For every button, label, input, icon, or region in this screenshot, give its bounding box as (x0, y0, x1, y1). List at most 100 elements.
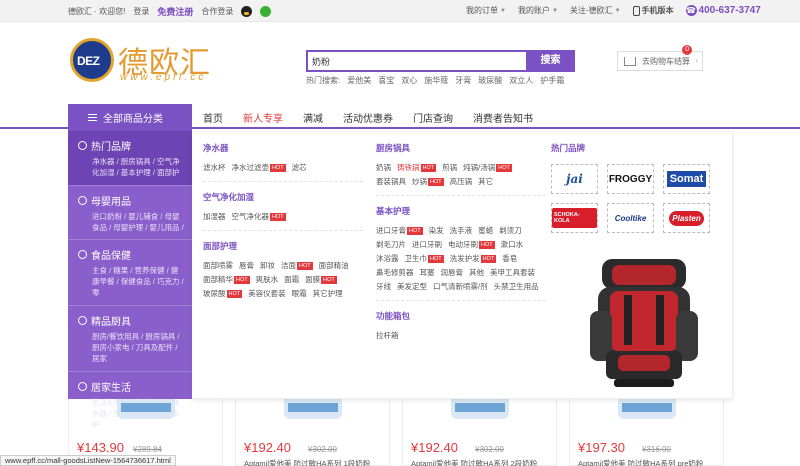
panel-link[interactable]: 面部精油 (319, 260, 349, 271)
cart-button[interactable]: 去购物车结算 0 › (617, 45, 703, 71)
panel-link[interactable]: 面膜 HOT (305, 274, 337, 285)
hot-search-term[interactable]: 护手霜 (540, 75, 564, 86)
panel-group-heading[interactable]: 厨房锅具 (376, 142, 546, 154)
panel-link[interactable]: 拉杆箱 (376, 330, 399, 341)
brand-logo-froggy[interactable]: FROGGY (607, 164, 654, 194)
panel-link[interactable]: 唇膏 (239, 260, 254, 271)
panel-link[interactable]: 电动牙刷 HOT (448, 239, 495, 250)
brand-logo-jai[interactable]: jai (551, 164, 598, 194)
panel-link[interactable]: 牙线 (376, 281, 391, 292)
panel-link[interactable]: 美发定型 (397, 281, 427, 292)
search-button[interactable]: 搜索 (526, 50, 575, 72)
login-link[interactable]: 登录 (133, 6, 149, 17)
my-orders-menu[interactable]: 我的订单 ▼ (466, 5, 506, 16)
all-categories-button[interactable]: 全部商品分类 (68, 104, 192, 131)
panel-link[interactable]: 头禁卫生用品 (494, 281, 539, 292)
mobile-version-link[interactable]: 手机版本 (632, 5, 674, 16)
panel-link[interactable]: 玻尿酸 HOT (203, 288, 243, 299)
nav-home[interactable]: 首页 (203, 110, 223, 125)
sidebar-item-kitchenware[interactable]: 精品厨具 厨房/餐饮用具 / 厨房锅具 / 厨房小家电 / 刀具及配件 / 居家 (68, 306, 192, 372)
panel-link[interactable]: 卫生巾 HOT (405, 253, 444, 264)
product-title[interactable]: Aptamil爱他美 防过敏HA系列 pre奶粉 (578, 458, 723, 466)
panel-link[interactable]: 剃毛刀片 (376, 239, 406, 250)
panel-link[interactable]: 爽肤水 (256, 274, 279, 285)
product-title[interactable]: Aptamil爱他美 防过敏HA系列 1段奶粉 (244, 458, 389, 466)
hot-search-term[interactable]: 双立人 (509, 75, 533, 86)
car-seat-promo-image[interactable] (584, 251, 704, 391)
panel-group-heading[interactable]: 净水器 (203, 142, 363, 154)
hot-search-term[interactable]: 喜宝 (378, 75, 394, 86)
product-image[interactable] (618, 399, 676, 419)
panel-link[interactable]: 滤水杯 (203, 162, 226, 173)
panel-link[interactable]: 煎锅 (442, 162, 457, 173)
product-card[interactable]: ¥197.30 ¥316.00 Aptamil爱他美 防过敏HA系列 pre奶粉 (569, 399, 724, 466)
hot-search-term[interactable]: 牙膏 (455, 75, 471, 86)
panel-link[interactable]: 面部喷雾 (203, 260, 233, 271)
panel-link[interactable]: 沐浴露 (376, 253, 399, 264)
panel-link[interactable]: 加湿器 (203, 211, 226, 222)
panel-link[interactable]: 美容仪套装 (248, 288, 286, 299)
brand-logo-plasten[interactable]: Plasten (663, 203, 710, 233)
panel-link[interactable]: 剃须刀 (499, 225, 522, 236)
panel-link[interactable]: 蜜蜡 (478, 225, 493, 236)
sidebar-item-food-health[interactable]: 食品保健 主食 / 糖果 / 营养保健 / 健康早餐 / 保健食品 / 巧克力 … (68, 240, 192, 306)
product-image[interactable] (284, 399, 342, 419)
panel-link[interactable]: 染发 (429, 225, 444, 236)
hot-search-term[interactable]: 爱他美 (347, 75, 371, 86)
panel-link[interactable]: 其他 (469, 267, 484, 278)
my-account-menu[interactable]: 我的账户 ▼ (518, 5, 558, 16)
product-card[interactable]: ¥192.40 ¥302.00 Aptamil爱他美 防过敏HA系列 1段奶粉 (235, 399, 390, 466)
panel-link[interactable]: 进口牙膏 HOT (376, 225, 423, 236)
nav-coupons[interactable]: 活动优惠券 (343, 110, 393, 125)
panel-link[interactable]: 鼻毛修剪器 (376, 267, 414, 278)
panel-link[interactable]: 面霜 (284, 274, 299, 285)
panel-link[interactable]: 美甲工具套装 (490, 267, 535, 278)
brand-logo-somat[interactable]: Somat (663, 164, 710, 194)
nav-new-user[interactable]: 新人专享 (243, 110, 283, 125)
product-card[interactable]: ¥192.40 ¥302.00 Aptamil爱他美 防过敏HA系列 2段奶粉 (402, 399, 557, 466)
sidebar-item-hot-brands[interactable]: 热门品牌 净水器 / 厨房锅具 / 空气净化加湿 / 基本护理 / 面部护 (68, 131, 192, 186)
panel-link[interactable]: 铸铁锅 HOT (397, 162, 437, 173)
panel-link[interactable]: 眼霜 (292, 288, 307, 299)
qq-login-icon[interactable] (241, 6, 253, 17)
panel-link[interactable]: 滤芯 (292, 162, 307, 173)
panel-link[interactable]: 其它护理 (313, 288, 343, 299)
panel-link[interactable]: 洁面 HOT (281, 260, 313, 271)
hot-search-term[interactable]: 施华蔻 (424, 75, 448, 86)
panel-link[interactable]: 洗手液 (450, 225, 473, 236)
panel-link[interactable]: 净水过滤壶 HOT (232, 162, 286, 173)
panel-link[interactable]: 香皂 (502, 253, 517, 264)
panel-link[interactable]: 面部精华 HOT (203, 274, 250, 285)
panel-link[interactable]: 空气净化器 HOT (232, 211, 286, 222)
panel-link[interactable]: 润唇膏 (441, 267, 464, 278)
panel-link[interactable]: 口气清新喷雾/剂 (433, 281, 488, 292)
register-link[interactable]: 免费注册 (157, 5, 193, 18)
site-logo[interactable]: DEZ 德欧汇 www.epff.cc (70, 38, 220, 88)
panel-link[interactable]: 洗发护发 HOT (450, 253, 497, 264)
product-title[interactable]: Aptamil爱他美 防过敏HA系列 2段奶粉 (411, 458, 556, 466)
nav-discount[interactable]: 满减 (303, 110, 323, 125)
brand-logo-schoka-kola[interactable]: SCHOKA-KOLA (551, 203, 598, 233)
panel-link[interactable]: 卸妆 (260, 260, 275, 271)
panel-link[interactable]: 高压锅 (450, 176, 473, 187)
sidebar-item-mother-baby[interactable]: 母婴用品 进口奶粉 / 婴儿辅食 / 母婴食品 / 母婴护理 / 婴儿用品 / (68, 186, 192, 240)
panel-link[interactable]: 进口牙刷 (412, 239, 442, 250)
panel-link[interactable]: 炖锅/汤锅 HOT (463, 162, 512, 173)
product-image[interactable] (117, 399, 175, 419)
brand-logo-cooltike[interactable]: Cooltike (607, 203, 654, 233)
product-image[interactable] (451, 399, 509, 419)
panel-group-heading[interactable]: 功能箱包 (376, 310, 546, 322)
nav-store-finder[interactable]: 门店查询 (413, 110, 453, 125)
panel-group-heading[interactable]: 空气净化加湿 (203, 191, 363, 203)
panel-link[interactable]: 其它 (478, 176, 493, 187)
follow-menu[interactable]: 关注-德欧汇 ▼ (570, 5, 621, 16)
wechat-login-icon[interactable] (260, 6, 272, 17)
panel-link[interactable]: 奶锅 (376, 162, 391, 173)
panel-group-heading[interactable]: 基本护理 (376, 205, 546, 217)
hot-search-term[interactable]: 玻尿酸 (478, 75, 502, 86)
panel-group-heading[interactable]: 面部护理 (203, 240, 363, 252)
panel-link[interactable]: 套装锅具 (376, 176, 406, 187)
panel-link[interactable]: 耳塞 (420, 267, 435, 278)
panel-link[interactable]: 炒锅 HOT (412, 176, 444, 187)
search-input[interactable] (306, 50, 526, 72)
